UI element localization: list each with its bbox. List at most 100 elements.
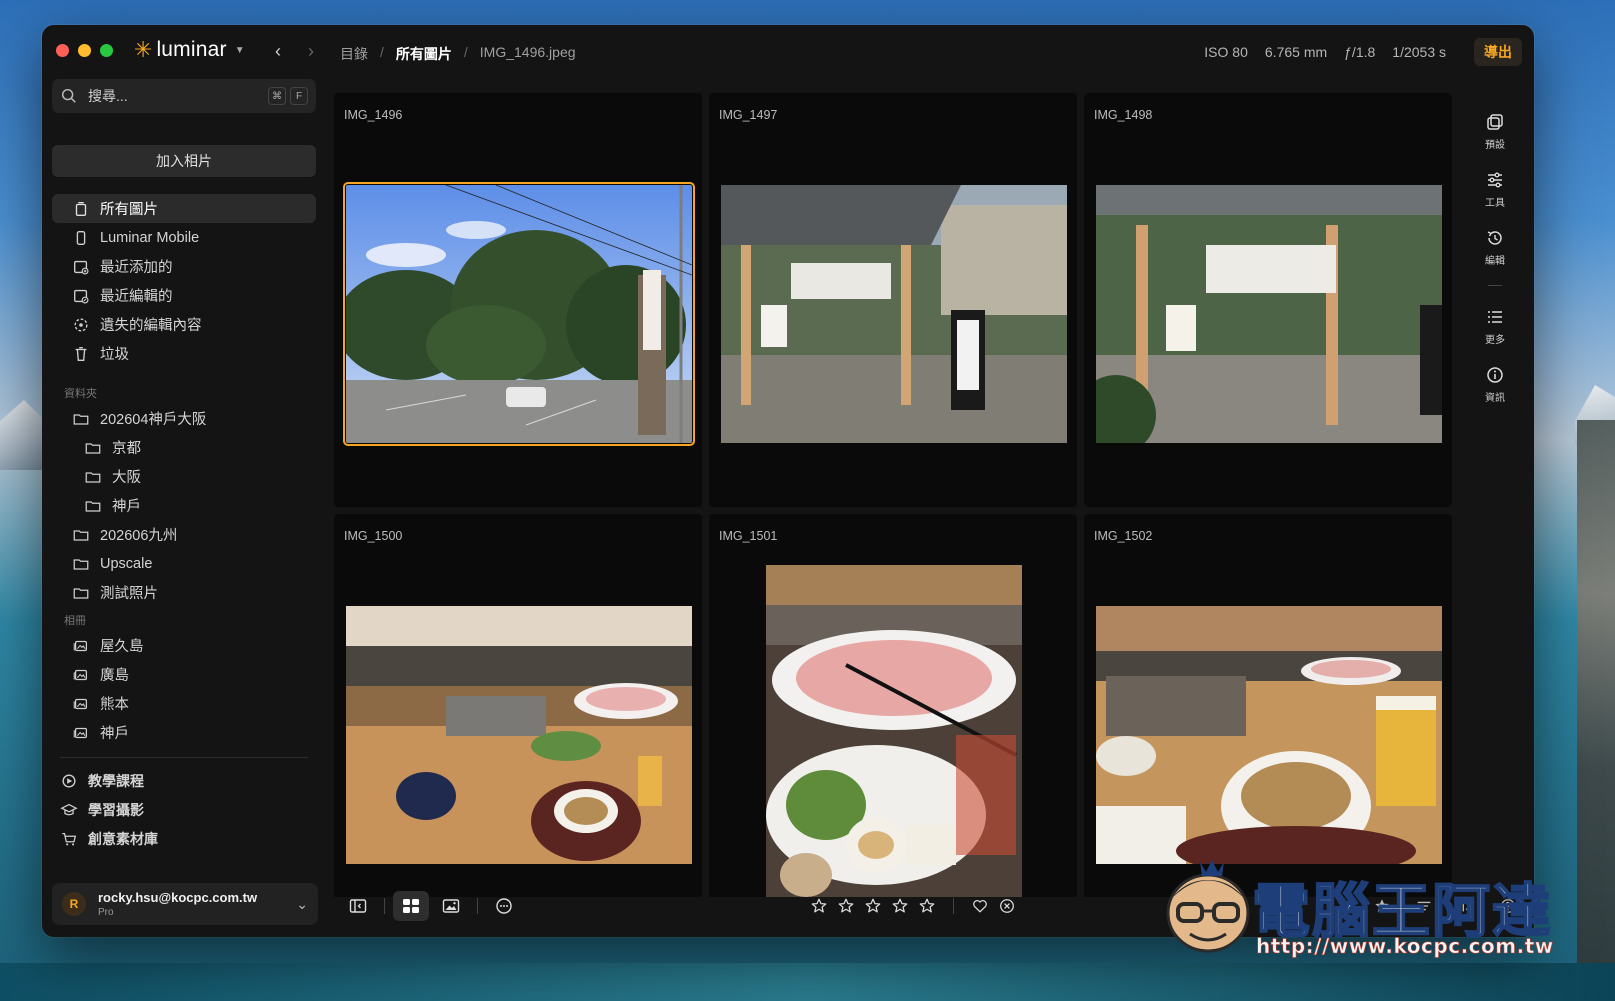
breadcrumb-separator: / [380, 44, 384, 60]
wallpaper-water [0, 963, 1615, 1001]
filter-star-icon[interactable] [1373, 897, 1391, 915]
reject-icon[interactable] [998, 897, 1016, 915]
photo-cell[interactable]: IMG_1501 [709, 514, 1077, 897]
album-label: 屋久島 [100, 639, 144, 655]
sidebar-album-kobe[interactable]: 神戶 [52, 718, 316, 747]
sidebar-folder-osaka[interactable]: 大阪 [52, 462, 316, 491]
forward-button[interactable]: › [308, 41, 314, 62]
heart-icon[interactable] [971, 897, 989, 915]
add-photos-button[interactable]: 加入相片 [52, 145, 316, 177]
sidebar-folder-202606[interactable]: 202606九州 [52, 520, 316, 549]
toolbar-separator [477, 898, 478, 914]
tools-tool[interactable]: 工具 [1476, 170, 1514, 209]
sidebar-item-luminar-mobile[interactable]: Luminar Mobile [52, 223, 316, 252]
breadcrumb-separator: / [463, 44, 468, 60]
toggle-sidebar-button[interactable] [340, 891, 376, 921]
sidebar-item-trash[interactable]: 垃圾 [52, 339, 316, 368]
sidebar-toggle-icon [349, 899, 367, 913]
app-name: luminar [156, 38, 227, 61]
zoom-window-button[interactable] [100, 44, 113, 57]
stack-icon [75, 201, 87, 216]
grid-view-button[interactable] [393, 891, 429, 921]
history-icon [1487, 231, 1502, 245]
shortcut-key-f: F [290, 87, 308, 105]
learn-icon [60, 803, 78, 815]
photo-thumbnail[interactable] [346, 606, 692, 864]
breadcrumb-root[interactable]: 目錄 [340, 44, 368, 64]
photo-thumbnail-selected[interactable] [343, 182, 695, 446]
more-tool[interactable]: 更多 [1476, 307, 1514, 346]
sidebar-album-yakushima[interactable]: 屋久島 [52, 631, 316, 660]
star-icon[interactable] [864, 897, 882, 915]
sidebar-folder-202604[interactable]: 202604神戶大阪 [52, 404, 316, 433]
more-options-button[interactable] [486, 891, 522, 921]
edit-history-tool[interactable]: 編輯 [1476, 228, 1514, 267]
folder-icon [73, 413, 89, 425]
app-menu[interactable]: ✳ luminar ▼ [134, 38, 245, 62]
folder-icon [85, 471, 101, 483]
user-email: rocky.hsu@kocpc.com.tw [98, 890, 258, 905]
folder-label: 測試照片 [100, 586, 158, 602]
avatar: R [62, 892, 86, 916]
hotpot-table-photo [1096, 606, 1442, 864]
sidebar-item-tutorials[interactable]: 教學課程 [52, 766, 316, 795]
photo-thumbnail[interactable] [1096, 606, 1442, 864]
sidebar-item-creative-marketplace[interactable]: 創意素材庫 [52, 824, 316, 853]
albums-section-label: 相冊 [64, 615, 86, 627]
sort-icon[interactable] [1457, 897, 1475, 915]
folder-icon [73, 529, 89, 541]
breadcrumb-folder[interactable]: 所有圖片 [396, 44, 452, 64]
photo-thumbnail[interactable] [766, 565, 1022, 897]
sidebar-item-recently-edited[interactable]: 最近編輯的 [52, 281, 316, 310]
photo-cell[interactable]: IMG_1502 [1084, 514, 1452, 897]
info-tool[interactable]: 資訊 [1476, 365, 1514, 404]
gate-photo [721, 185, 1067, 443]
folder-label: 神戶 [112, 499, 141, 515]
minimize-window-button[interactable] [78, 44, 91, 57]
single-view-button[interactable] [433, 891, 469, 921]
sidebar-item-all-photos[interactable]: 所有圖片 [52, 194, 316, 223]
star-icon[interactable] [837, 897, 855, 915]
photo-thumbnail[interactable] [721, 185, 1067, 443]
photo-cell[interactable]: IMG_1500 [334, 514, 702, 897]
sidebar-album-hiroshima[interactable]: 廣島 [52, 660, 316, 689]
export-button[interactable]: 導出 [1474, 38, 1522, 66]
star-icon[interactable] [918, 897, 936, 915]
sidebar-folder-upscale[interactable]: Upscale [52, 549, 316, 578]
search-input[interactable] [88, 88, 248, 104]
shabu-shabu-photo [346, 606, 692, 864]
album-icon [73, 669, 88, 680]
sidebar-folder-test-photos[interactable]: 測試照片 [52, 578, 316, 607]
photo-cell[interactable]: IMG_1496 [334, 93, 702, 507]
photo-cell[interactable]: IMG_1498 [1084, 93, 1452, 507]
close-window-button[interactable] [56, 44, 69, 57]
folder-icon [85, 442, 101, 454]
sidebar-album-kumamoto[interactable]: 熊本 [52, 689, 316, 718]
folder-label: 大阪 [112, 470, 141, 486]
tools-label: 工具 [1485, 198, 1505, 209]
star-icon[interactable] [810, 897, 828, 915]
star-icon[interactable] [891, 897, 909, 915]
folder-label: 202604神戶大阪 [100, 412, 207, 428]
sidebar-folder-kobe[interactable]: 神戶 [52, 491, 316, 520]
chevron-down-icon: ⌄ [296, 895, 308, 912]
photo-filename: IMG_1502 [1094, 529, 1153, 543]
image-icon [442, 899, 460, 913]
more-circle-icon [496, 898, 512, 914]
sidebar-folder-kyoto[interactable]: 京都 [52, 433, 316, 462]
photo-cell[interactable]: IMG_1497 [709, 93, 1077, 507]
back-button[interactable]: ‹ [275, 41, 281, 62]
help-icon[interactable] [1499, 897, 1517, 915]
presets-icon [1487, 114, 1503, 130]
search-box: ⌘ F [52, 79, 316, 113]
sidebar-item-recently-added[interactable]: 最近添加的 [52, 252, 316, 281]
presets-tool[interactable]: 預設 [1476, 112, 1514, 151]
sidebar-item-label: 學習攝影 [88, 801, 144, 818]
filter-icon[interactable] [1415, 897, 1433, 915]
user-account-menu[interactable]: R rocky.hsu@kocpc.com.tw Pro ⌄ [52, 883, 318, 925]
sidebar-item-lost-edits[interactable]: 遺失的編輯內容 [52, 310, 316, 339]
sidebar-item-learn-photography[interactable]: 學習攝影 [52, 795, 316, 824]
photo-thumbnail[interactable] [1096, 185, 1442, 443]
chevron-down-icon: ▼ [234, 44, 245, 56]
search-icon [61, 88, 76, 103]
